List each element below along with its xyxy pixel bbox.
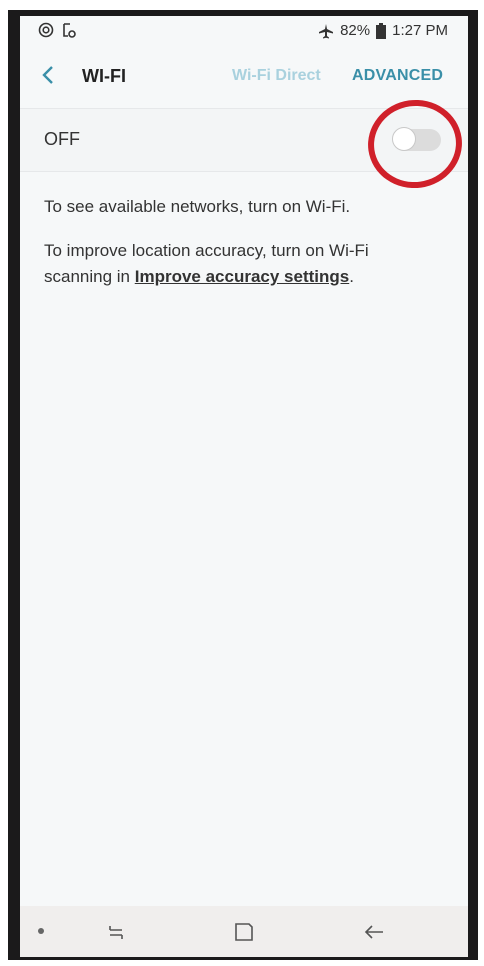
improve-accuracy-link[interactable]: Improve accuracy settings (135, 267, 349, 286)
home-icon[interactable] (230, 918, 258, 946)
advanced-button[interactable]: ADVANCED (352, 67, 443, 85)
navigation-bar (20, 906, 468, 957)
sync-icon (38, 22, 54, 38)
status-right: 82% 1:27 PM (318, 22, 448, 39)
phone-screen: 82% 1:27 PM WI-FI Wi-Fi Direct ADVANCED … (20, 16, 468, 957)
clock-time: 1:27 PM (392, 22, 448, 39)
status-bar: 82% 1:27 PM (20, 16, 468, 46)
back-nav-icon[interactable] (360, 918, 388, 946)
wifi-status-label: OFF (44, 129, 80, 149)
recent-apps-icon[interactable] (102, 918, 130, 946)
airplane-mode-icon (319, 23, 334, 38)
wifi-direct-button[interactable]: Wi-Fi Direct (232, 67, 321, 85)
app-bar: WI-FI Wi-Fi Direct ADVANCED (20, 46, 468, 106)
location-accuracy-text: To improve location accuracy, turn on Wi… (44, 238, 434, 290)
battery-percent: 82% (340, 22, 371, 39)
networks-hint-text: To see available networks, turn on Wi-Fi… (44, 197, 351, 216)
back-arrow-icon[interactable] (38, 64, 60, 86)
screenshot-icon (63, 23, 76, 38)
nav-dot-icon (38, 928, 44, 934)
status-left-icons (38, 22, 76, 38)
page-title: WI-FI (82, 66, 126, 86)
battery-icon (376, 22, 387, 39)
location-text-suffix: . (349, 267, 354, 286)
